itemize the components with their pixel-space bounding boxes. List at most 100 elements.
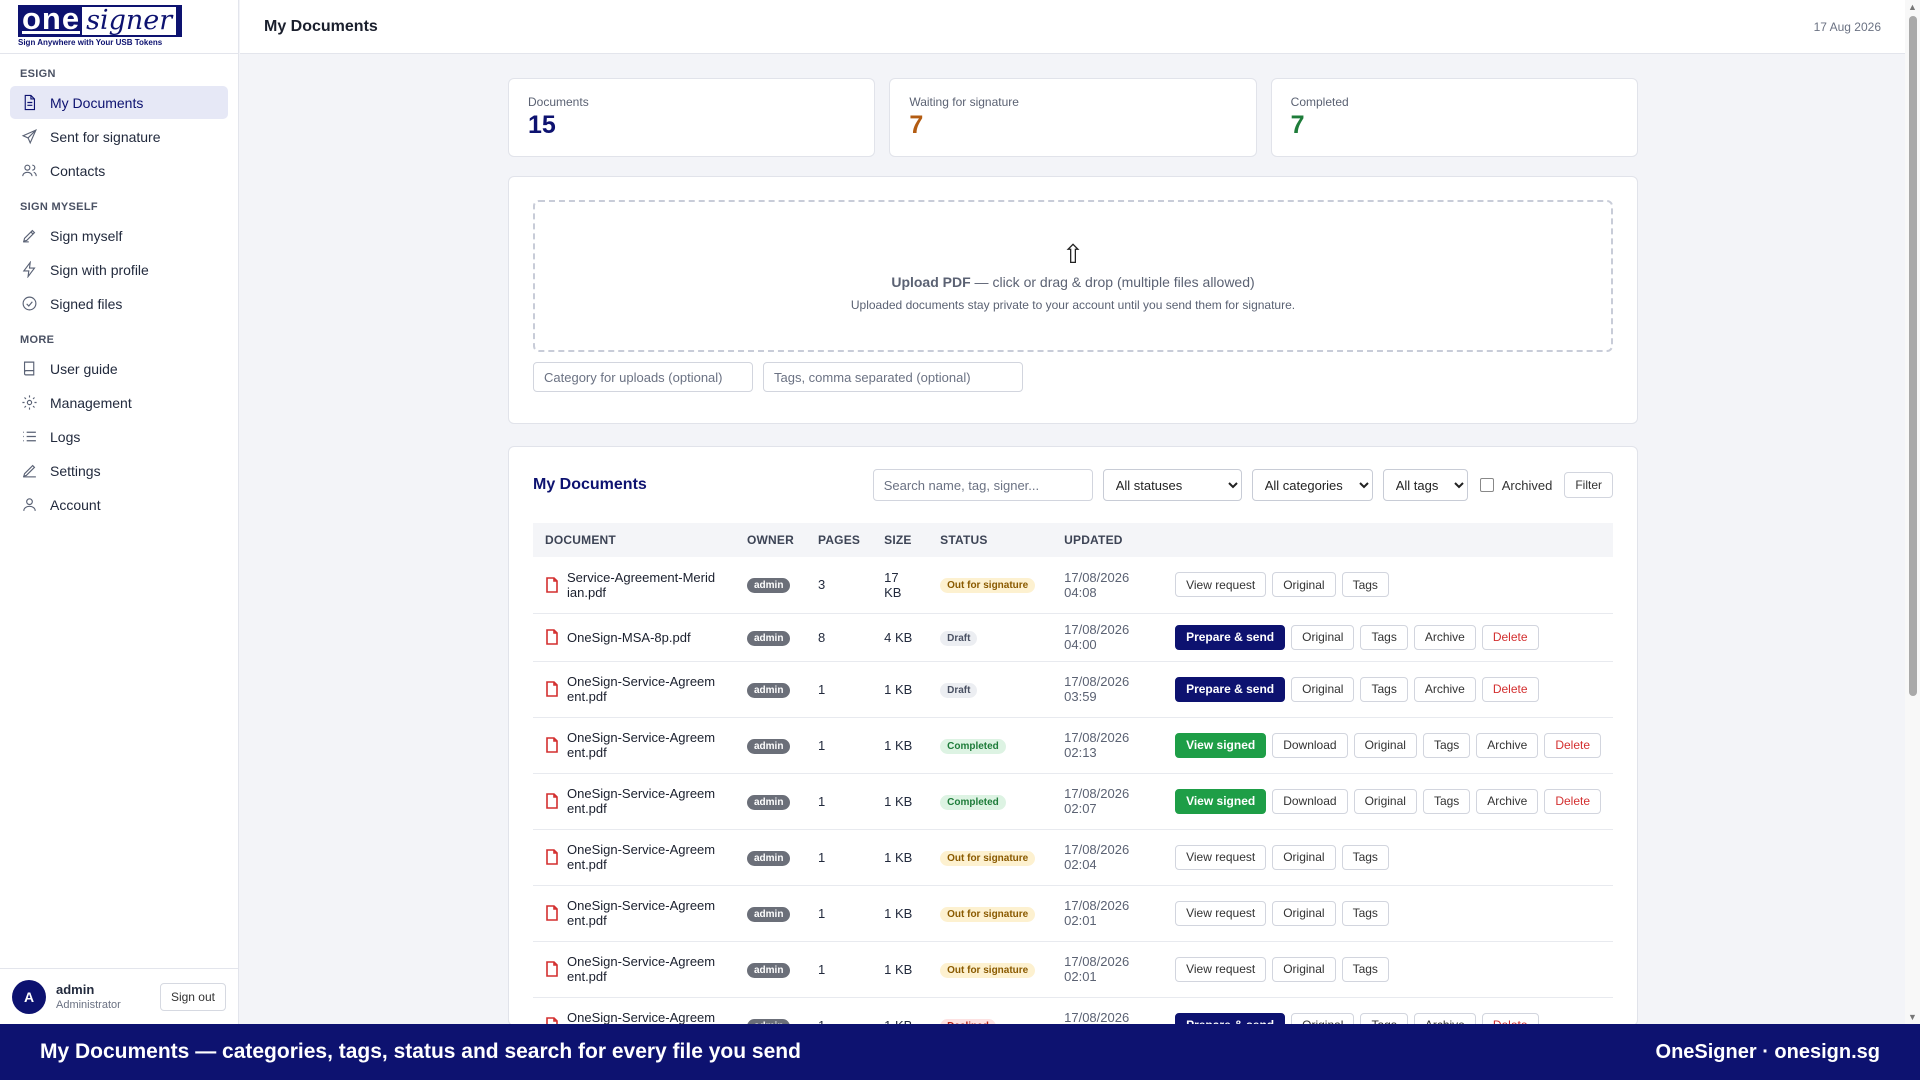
table-body: Service-Agreement-Meridian.pdf admin 3 17 K…: [533, 557, 1613, 1025]
document-name-cell[interactable]: OneSign-MSA-8p.pdf: [545, 629, 723, 645]
document-name-cell[interactable]: Service-Agreement-Meridian.pdf: [545, 570, 723, 600]
original-button[interactable]: Original: [1272, 844, 1336, 870]
sidebar-item-sent-for-signature[interactable]: Sent for signature: [10, 120, 228, 153]
sidebar-item-settings[interactable]: Settings: [10, 454, 228, 487]
table-row[interactable]: OneSign-Service-Agreement.pdf admin 1 1 KB C…: [533, 717, 1613, 774]
upload-dropzone[interactable]: ⇧ Upload PDF — click or drag & drop (mul…: [533, 200, 1613, 352]
cell-owner: admin: [735, 557, 806, 614]
view-request-button[interactable]: View request: [1175, 844, 1267, 870]
document-name-cell[interactable]: OneSign-Service-Agreement.pdf: [545, 954, 723, 984]
view-request-button[interactable]: View request: [1175, 572, 1267, 598]
sidebar-item-signed-files[interactable]: Signed files: [10, 287, 228, 320]
prepare-and-send-button[interactable]: Prepare & send: [1175, 676, 1286, 702]
delete-button[interactable]: Delete: [1481, 676, 1539, 702]
cell-pages: 1: [806, 661, 873, 718]
document-name[interactable]: OneSign-Service-Agreement.pdf: [567, 786, 717, 816]
scroll-thumb[interactable]: [1909, 16, 1917, 696]
original-button[interactable]: Original: [1353, 732, 1417, 758]
archive-button[interactable]: Archive: [1413, 676, 1476, 702]
document-name-cell[interactable]: OneSign-Service-Agreement.pdf: [545, 730, 723, 760]
document-name[interactable]: OneSign-MSA-8p.pdf: [567, 630, 717, 645]
category-input[interactable]: [533, 362, 753, 392]
table-row[interactable]: Service-Agreement-Meridian.pdf admin 3 17 K…: [533, 557, 1613, 614]
cell-pages: 1: [806, 997, 873, 1025]
view-signed-button[interactable]: View signed: [1175, 732, 1267, 758]
document-name-cell[interactable]: OneSign-Service-Agreement.pdf: [545, 786, 723, 816]
table-row[interactable]: OneSign-Service-Agreement.pdf admin 1 1 KB O…: [533, 941, 1613, 998]
prepare-and-send-button[interactable]: Prepare & send: [1175, 624, 1286, 650]
tags-button[interactable]: Tags: [1341, 900, 1389, 926]
tags-input[interactable]: [763, 362, 1023, 392]
cell-owner: admin: [735, 661, 806, 718]
sidebar-item-logs[interactable]: Logs: [10, 420, 228, 453]
sidebar-item-contacts[interactable]: Contacts: [10, 154, 228, 187]
archived-toggle[interactable]: Archived: [1479, 478, 1552, 493]
category-filter-select[interactable]: All categories: [1251, 469, 1373, 501]
tag-filter-select[interactable]: All tags: [1382, 469, 1468, 501]
sidebar-item-sign-with-profile[interactable]: Sign with profile: [10, 253, 228, 286]
original-button[interactable]: Original: [1291, 624, 1355, 650]
document-name-cell[interactable]: OneSign-Service-Agreement.pdf: [545, 842, 723, 872]
view-request-button[interactable]: View request: [1175, 900, 1267, 926]
original-button[interactable]: Original: [1291, 676, 1355, 702]
document-name[interactable]: OneSign-Service-Agreement.pdf: [567, 674, 717, 704]
sidebar-item-user-guide[interactable]: User guide: [10, 352, 228, 385]
document-name[interactable]: OneSign-Service-Agreement.pdf: [567, 954, 717, 984]
tags-button[interactable]: Tags: [1341, 572, 1389, 598]
document-name[interactable]: OneSign-Service-Agreement.pdf: [567, 898, 717, 928]
original-button[interactable]: Original: [1272, 900, 1336, 926]
sidebar-item-management[interactable]: Management: [10, 386, 228, 419]
tags-button[interactable]: Tags: [1422, 732, 1471, 758]
sign-out-button[interactable]: Sign out: [159, 982, 226, 1011]
table-row[interactable]: OneSign-MSA-8p.pdf admin 8 4 KB Draft 17/08/2…: [533, 613, 1613, 662]
stat-completed-value: 7: [1290, 111, 1305, 139]
scroll-down-arrow-icon[interactable]: ▼: [1908, 1012, 1917, 1022]
download-button[interactable]: Download: [1272, 788, 1348, 814]
original-button[interactable]: Original: [1353, 788, 1417, 814]
cell-updated: 17/08/2026 02:13: [1052, 717, 1164, 774]
status-filter-select[interactable]: All statuses: [1102, 469, 1242, 501]
table-row[interactable]: OneSign-Service-Agreement.pdfadmin11 KBD…: [533, 997, 1613, 1025]
original-button[interactable]: Original: [1272, 956, 1336, 982]
table-row[interactable]: OneSign-Service-Agreement.pdf admin 1 1 KB O…: [533, 829, 1613, 886]
archive-button[interactable]: Archive: [1413, 624, 1476, 650]
sidebar-item-sign-myself[interactable]: Sign myself: [10, 219, 228, 252]
original-button[interactable]: Original: [1272, 572, 1336, 598]
logo[interactable]: one signer Sign Anywhere with Your USB To…: [0, 0, 238, 54]
cell-actions: View request Original Tags: [1163, 941, 1613, 998]
delete-button[interactable]: Delete: [1481, 624, 1539, 650]
tags-button[interactable]: Tags: [1422, 788, 1471, 814]
delete-button[interactable]: Delete: [1544, 732, 1601, 758]
document-name[interactable]: OneSign-Service-Agreement.pdf: [567, 730, 717, 760]
cell-pages: 3: [806, 557, 873, 614]
table-row[interactable]: OneSign-Service-Agreement.pdf admin 1 1 KB O…: [533, 885, 1613, 942]
tags-button[interactable]: Tags: [1341, 844, 1389, 870]
document-name[interactable]: Service-Agreement-Meridian.pdf: [567, 570, 717, 600]
document-name-cell[interactable]: OneSign-Service-Agreement.pdf: [545, 674, 723, 704]
table-row[interactable]: OneSign-Service-Agreement.pdf admin 1 1 KB C…: [533, 773, 1613, 830]
archive-button[interactable]: Archive: [1476, 788, 1539, 814]
archive-button[interactable]: Archive: [1476, 732, 1539, 758]
search-input[interactable]: [872, 469, 1093, 501]
cell-actions: View request Original Tags: [1163, 885, 1613, 942]
document-name[interactable]: OneSign-Service-Agreement.pdf: [567, 842, 717, 872]
view-request-button[interactable]: View request: [1175, 956, 1267, 982]
download-button[interactable]: Download: [1272, 732, 1348, 758]
scrollbar[interactable]: ▲ ▼: [1905, 0, 1920, 1024]
archived-checkbox[interactable]: [1479, 478, 1494, 492]
sidebar-item-my-documents[interactable]: My Documents: [10, 86, 228, 119]
delete-button[interactable]: Delete: [1544, 788, 1601, 814]
document-name-cell[interactable]: OneSign-Service-Agreement.pdf: [545, 898, 723, 928]
cell-pages: 1: [806, 885, 873, 942]
table-row[interactable]: OneSign-Service-Agreement.pdfadmin11 KBD…: [533, 661, 1613, 718]
pdf-file-icon: [545, 681, 559, 697]
cell-owner: admin: [735, 885, 806, 942]
sidebar-item-account[interactable]: Account: [10, 488, 228, 521]
tags-button[interactable]: Tags: [1360, 676, 1408, 702]
nav-section-sign-myself: SIGN MYSELF: [20, 201, 98, 213]
filter-button[interactable]: Filter: [1564, 472, 1613, 498]
tags-button[interactable]: Tags: [1360, 624, 1408, 650]
view-signed-button[interactable]: View signed: [1175, 788, 1267, 814]
tags-button[interactable]: Tags: [1341, 956, 1389, 982]
scroll-up-arrow-icon[interactable]: ▲: [1908, 2, 1917, 12]
